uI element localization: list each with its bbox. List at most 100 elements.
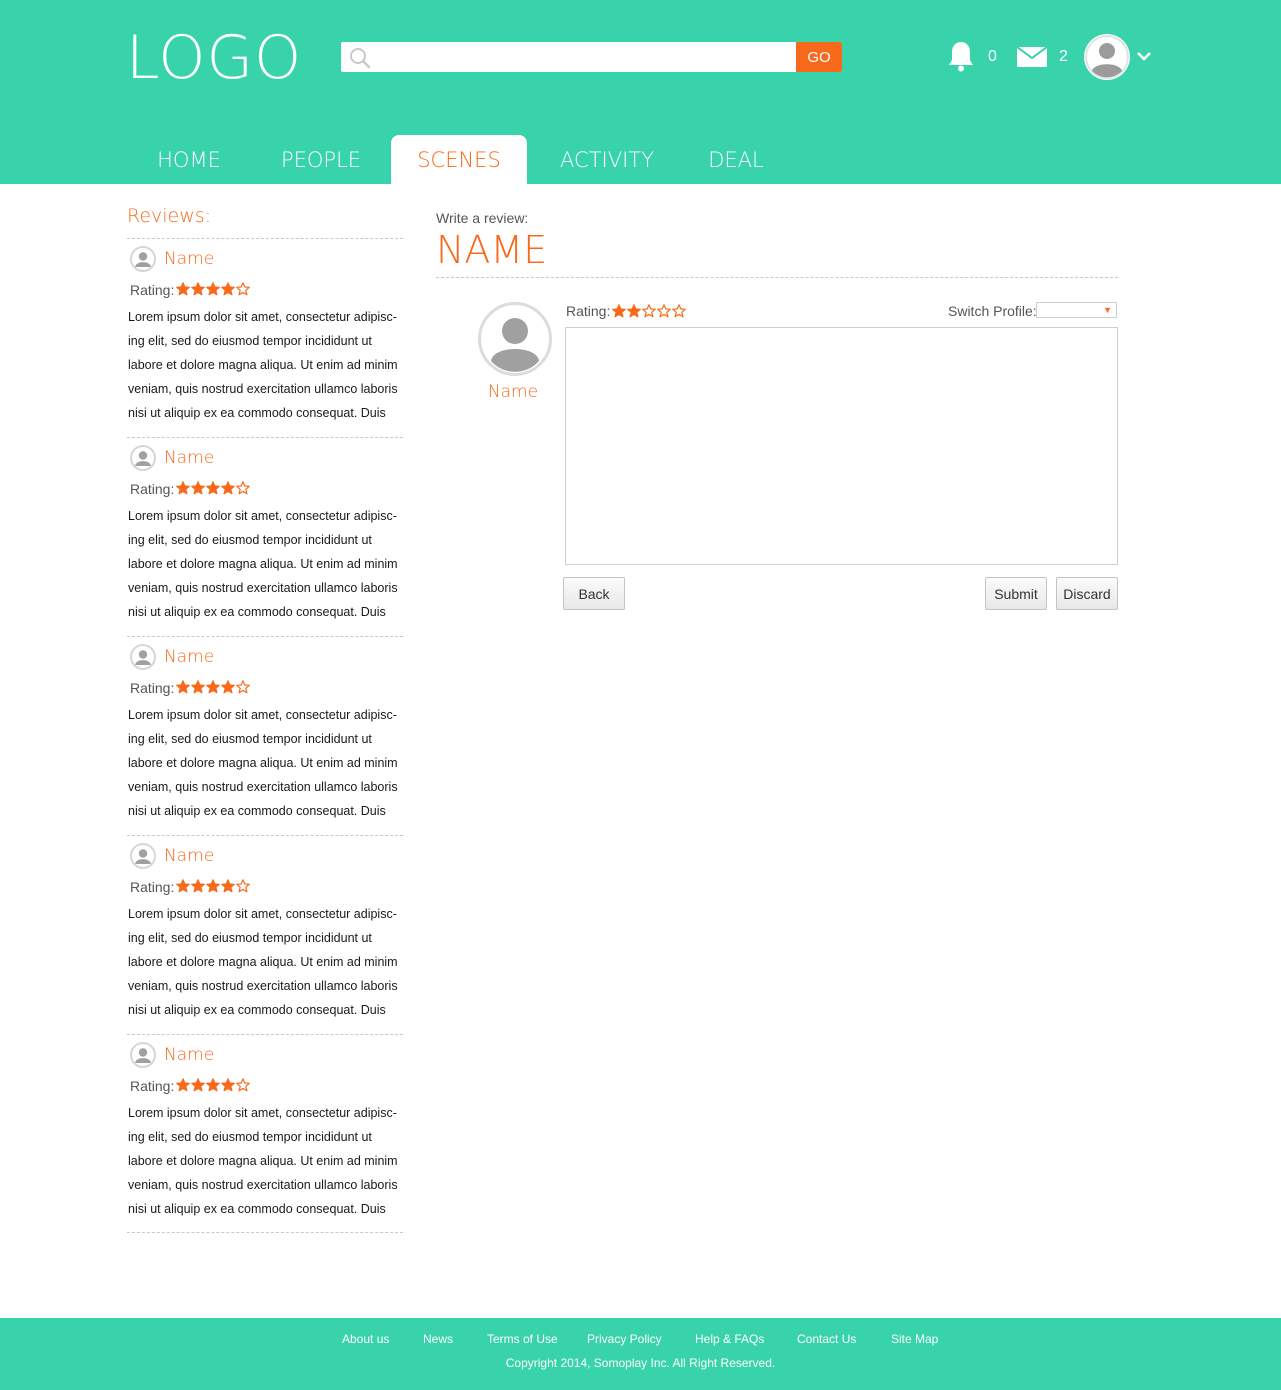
star-icon	[206, 281, 220, 296]
chevron-down-icon[interactable]	[1136, 50, 1152, 62]
user-icon	[135, 451, 151, 466]
reviewer-name[interactable]: Name	[164, 647, 214, 667]
star-icon	[191, 679, 205, 694]
star-icon	[642, 303, 656, 318]
star-icon	[206, 878, 220, 893]
review-text: Lorem ipsum dolor sit amet, consectetur …	[128, 708, 398, 818]
avatar[interactable]	[1084, 34, 1130, 80]
reviewer-name[interactable]: Name	[164, 249, 214, 269]
rating-input[interactable]	[612, 302, 687, 320]
rating-stars	[176, 479, 251, 497]
user-icon	[135, 252, 151, 267]
review-textarea[interactable]	[565, 327, 1118, 565]
search-input[interactable]	[377, 42, 795, 72]
main-nav: HOME PEOPLE SCENES ACTIVITY DEAL	[0, 135, 1281, 184]
tab-scenes[interactable]: SCENES	[391, 135, 527, 184]
star-icon	[236, 679, 250, 694]
review-text: Lorem ipsum dolor sit amet, consectetur …	[128, 310, 398, 420]
star-icon	[657, 303, 671, 318]
avatar[interactable]	[130, 644, 156, 670]
review-item: Name Rating: Lorem ipsum dolor sit amet, c…	[127, 437, 403, 636]
star-icon	[206, 679, 220, 694]
write-review-label: Write a review:	[436, 210, 529, 226]
reviewer-name[interactable]: Name	[164, 846, 214, 866]
bell-icon[interactable]	[947, 40, 975, 72]
rating-stars	[176, 877, 251, 895]
star-icon	[206, 1077, 220, 1092]
star-icon	[191, 878, 205, 893]
reviewer-name[interactable]: Name	[164, 1045, 214, 1065]
reviewer-name[interactable]: Name	[164, 448, 214, 468]
copyright: Copyright 2014, Somoplay Inc. All Right …	[505, 1356, 776, 1370]
divider	[436, 277, 1118, 278]
footer-link-news[interactable]: News	[423, 1332, 453, 1346]
search-bar: GO	[341, 42, 842, 72]
avatar[interactable]	[130, 445, 156, 471]
submit-button[interactable]: Submit	[985, 577, 1047, 610]
star-icon	[176, 1077, 190, 1092]
star-icon	[176, 480, 190, 495]
star-icon	[221, 1077, 235, 1092]
star-icon	[221, 679, 235, 694]
star-icon	[236, 1077, 250, 1092]
message-count: 2	[1059, 48, 1068, 65]
user-icon	[135, 1048, 151, 1063]
footer-link-terms[interactable]: Terms of Use	[487, 1332, 558, 1346]
mail-icon[interactable]	[1017, 47, 1047, 67]
rating-stars	[176, 1076, 251, 1094]
rating-stars	[176, 678, 251, 696]
tab-home[interactable]: HOME	[143, 135, 235, 184]
page-title: NAME	[436, 228, 548, 272]
rating-label: Rating:	[566, 303, 611, 319]
logo[interactable]: LOGO	[126, 26, 302, 90]
star-icon	[191, 281, 205, 296]
review-text: Lorem ipsum dolor sit amet, consectetur …	[128, 1106, 398, 1216]
review-item: Name Rating: Lorem ipsum dolor sit amet, c…	[127, 1034, 403, 1233]
back-button[interactable]: Back	[563, 577, 625, 610]
profile-name[interactable]: Name	[482, 382, 544, 402]
star-icon	[221, 878, 235, 893]
search-icon	[350, 48, 371, 69]
header: LOGO GO 0 2 HOME PEOPLE SCENES ACTIVITY …	[0, 0, 1281, 184]
dropdown-arrow-icon: ▼	[1103, 305, 1112, 315]
divider	[127, 1232, 403, 1233]
star-icon	[176, 878, 190, 893]
switch-profile-select[interactable]: ▼	[1036, 302, 1117, 318]
profile-avatar[interactable]	[478, 302, 552, 376]
star-icon	[221, 281, 235, 296]
reviews-list: Name Rating: Lorem ipsum dolor sit amet, c…	[127, 238, 403, 1233]
go-button[interactable]: GO	[796, 42, 842, 72]
star-icon	[236, 281, 250, 296]
rating-label: Rating:	[130, 1078, 175, 1094]
footer-link-contact[interactable]: Contact Us	[797, 1332, 856, 1346]
user-icon	[135, 849, 151, 864]
tab-activity[interactable]: ACTIVITY	[548, 135, 666, 184]
user-icon	[135, 650, 151, 665]
reviews-title: Reviews:	[127, 205, 212, 227]
footer-link-privacy[interactable]: Privacy Policy	[587, 1332, 662, 1346]
star-icon	[176, 679, 190, 694]
review-item: Name Rating: Lorem ipsum dolor sit amet, c…	[127, 238, 403, 437]
star-icon	[221, 480, 235, 495]
review-text: Lorem ipsum dolor sit amet, consectetur …	[128, 509, 398, 619]
footer-link-sitemap[interactable]: Site Map	[891, 1332, 938, 1346]
rating-label: Rating:	[130, 680, 175, 696]
avatar[interactable]	[130, 843, 156, 869]
rating-stars	[176, 280, 251, 298]
tab-deal[interactable]: DEAL	[696, 135, 776, 184]
notification-count: 0	[988, 48, 997, 65]
star-icon	[672, 303, 686, 318]
star-icon	[612, 303, 626, 318]
discard-button[interactable]: Discard	[1056, 577, 1118, 610]
user-icon	[1085, 35, 1129, 79]
rating-label: Rating:	[130, 879, 175, 895]
footer: About us News Terms of Use Privacy Polic…	[0, 1318, 1281, 1390]
rating-label: Rating:	[130, 282, 175, 298]
avatar[interactable]	[130, 1042, 156, 1068]
footer-link-help[interactable]: Help & FAQs	[695, 1332, 764, 1346]
avatar[interactable]	[130, 246, 156, 272]
tab-people[interactable]: PEOPLE	[268, 135, 374, 184]
star-icon	[627, 303, 641, 318]
footer-link-about[interactable]: About us	[342, 1332, 389, 1346]
user-icon	[491, 318, 539, 372]
